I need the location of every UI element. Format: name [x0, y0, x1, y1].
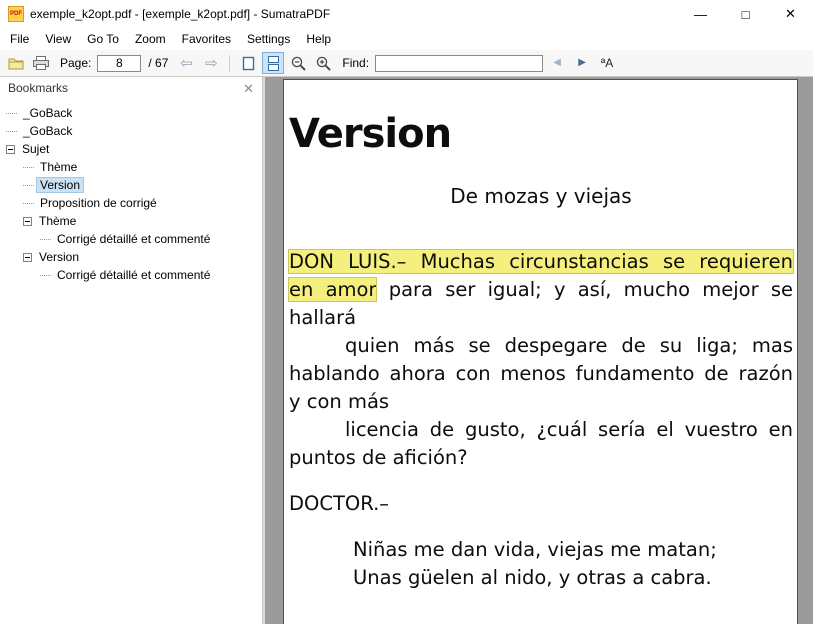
bookmark-item[interactable]: Sujet: [0, 140, 262, 158]
find-previous-icon[interactable]: ◀: [546, 52, 568, 74]
fit-page-icon[interactable]: [237, 52, 259, 74]
bookmark-item[interactable]: Corrigé détaillé et commenté: [0, 230, 262, 248]
bookmark-item[interactable]: _GoBack: [0, 104, 262, 122]
text-highlight: DON LUIS.– Muchas circunstancias se requ…: [288, 249, 794, 274]
bookmark-label: _GoBack: [23, 124, 73, 138]
bookmark-item[interactable]: Version: [0, 248, 262, 266]
toolbar-separator: [229, 54, 231, 72]
find-next-icon[interactable]: ▶: [571, 52, 593, 74]
document-view[interactable]: Version De mozas y viejas DON LUIS.– Muc…: [265, 77, 813, 624]
match-case-icon[interactable]: ªA: [596, 52, 618, 74]
find-label: Find:: [342, 56, 370, 70]
menu-goto[interactable]: Go To: [79, 29, 127, 49]
bookmark-label: Thème: [40, 160, 78, 174]
tree-guide: [40, 274, 51, 276]
bookmark-label: Version: [39, 250, 80, 264]
bookmarks-tree: _GoBack _GoBack Sujet Thème Version Propositi…: [0, 99, 262, 284]
bookmarks-sidebar: Bookmarks ✕ _GoBack _GoBack Sujet Thème Vers…: [0, 77, 263, 624]
close-button[interactable]: ✕: [768, 0, 813, 28]
bookmarks-title: Bookmarks: [8, 81, 69, 95]
collapse-minus-icon[interactable]: [23, 252, 32, 262]
toolbar: Page: / 67 ⇦ ⇨ Find: ◀ ▶ ªA: [0, 50, 813, 77]
bookmark-label: Corrigé détaillé et commenté: [57, 268, 211, 282]
menu-settings[interactable]: Settings: [239, 29, 298, 49]
bookmark-item[interactable]: Version: [0, 176, 262, 194]
text-line: Niñas me dan vida, viejas me matan;: [353, 538, 717, 561]
tree-guide: [6, 112, 17, 114]
text-line: DON LUIS.– Muchas circunstancias se requ…: [288, 248, 794, 276]
text-line: y con más: [289, 390, 390, 413]
collapse-minus-icon[interactable]: [6, 144, 15, 154]
bookmark-label: Corrigé détaillé et commenté: [57, 232, 211, 246]
tree-guide: [23, 202, 34, 204]
tree-guide: [23, 184, 34, 186]
bookmark-item[interactable]: Thème: [0, 212, 262, 230]
titlebar: PDF exemple_k2opt.pdf - [exemple_k2opt.p…: [0, 0, 813, 28]
page-number-input[interactable]: [97, 54, 142, 72]
bookmarks-header: Bookmarks ✕: [0, 77, 262, 99]
document-subtitle: De mozas y viejas: [450, 184, 632, 208]
back-icon[interactable]: ⇦: [175, 52, 197, 74]
menu-help[interactable]: Help: [298, 29, 339, 49]
bookmark-label: Version: [35, 177, 85, 193]
zoom-out-icon[interactable]: [287, 52, 309, 74]
menu-view[interactable]: View: [37, 29, 79, 49]
menubar: File View Go To Zoom Favorites Settings …: [0, 28, 813, 50]
app-icon: PDF: [8, 6, 24, 22]
print-icon[interactable]: [30, 52, 52, 74]
continuous-view-icon[interactable]: [262, 52, 285, 74]
text-line: DOCTOR.–: [289, 492, 390, 515]
bookmark-label: _GoBack: [23, 106, 73, 120]
bookmark-item[interactable]: Corrigé détaillé et commenté: [0, 266, 262, 284]
minimize-button[interactable]: —: [678, 0, 723, 28]
document-heading: Version: [289, 111, 452, 157]
window-title: exemple_k2opt.pdf - [exemple_k2opt.pdf] …: [30, 7, 331, 21]
menu-zoom[interactable]: Zoom: [127, 29, 174, 49]
page-total: / 67: [148, 56, 169, 70]
document-body: DON LUIS.– Muchas circunstancias se requ…: [287, 248, 794, 592]
zoom-in-icon[interactable]: [312, 52, 334, 74]
menu-favorites[interactable]: Favorites: [174, 29, 239, 49]
window-controls: — □ ✕: [678, 0, 813, 28]
text-line: licencia de gusto, ¿cuál sería el vuestr…: [345, 418, 793, 441]
bookmark-item[interactable]: Proposition de corrigé: [0, 194, 262, 212]
bookmark-label: Proposition de corrigé: [40, 196, 157, 210]
bookmark-item[interactable]: _GoBack: [0, 122, 262, 140]
bookmarks-close-icon[interactable]: ✕: [243, 82, 254, 95]
page-label: Page:: [60, 56, 92, 70]
pdf-page: Version De mozas y viejas DON LUIS.– Muc…: [283, 79, 798, 624]
find-input[interactable]: [375, 54, 544, 72]
tree-guide: [6, 130, 17, 132]
text-line: Unas güelen al nido, y otras a cabra.: [353, 566, 712, 589]
maximize-button[interactable]: □: [723, 0, 768, 28]
text-line: hallará: [289, 306, 357, 329]
forward-icon[interactable]: ⇨: [200, 52, 222, 74]
text-line: quien más se despegare de su liga; mas: [345, 334, 793, 357]
open-file-icon[interactable]: [5, 52, 27, 74]
main-area: Bookmarks ✕ _GoBack _GoBack Sujet Thème Vers…: [0, 77, 813, 624]
menu-file[interactable]: File: [2, 29, 37, 49]
text-highlight: en amor: [287, 277, 378, 302]
tree-guide: [40, 238, 51, 240]
text-line: puntos de afición?: [289, 446, 468, 469]
bookmark-label: Thème: [39, 214, 77, 228]
bookmark-item[interactable]: Thème: [0, 158, 262, 176]
text-line: hablando ahora con menos fundamento de r…: [289, 362, 793, 385]
collapse-minus-icon[interactable]: [23, 216, 32, 226]
tree-guide: [23, 166, 34, 168]
bookmark-label: Sujet: [22, 142, 50, 156]
text-line: en amor para ser igual; y así, mucho mej…: [287, 277, 793, 302]
